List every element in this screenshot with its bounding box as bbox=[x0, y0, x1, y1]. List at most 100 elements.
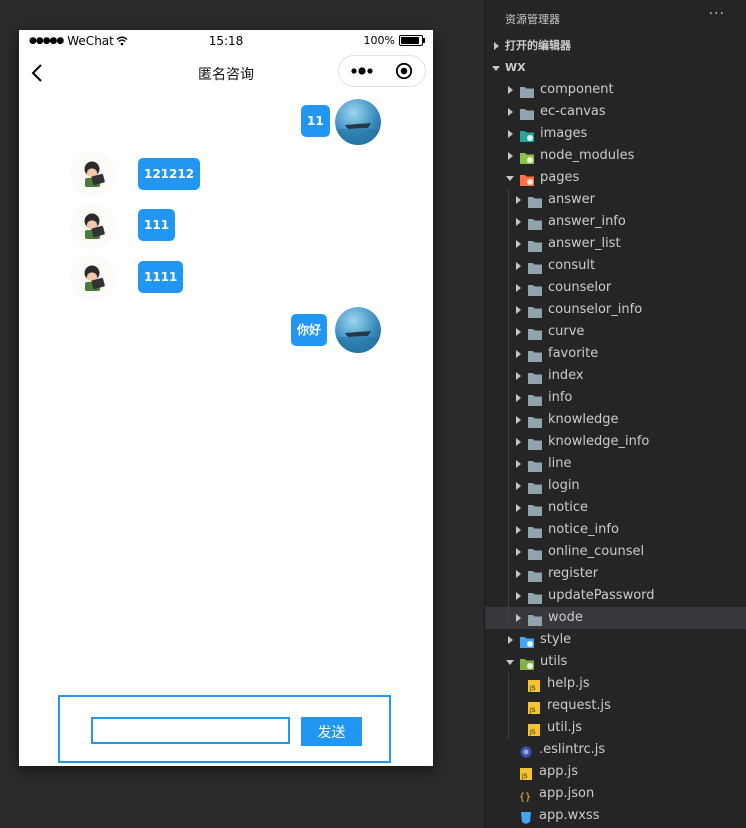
tree-folder-answer[interactable]: answer bbox=[485, 189, 746, 211]
tree-file-app.wxss[interactable]: app.wxss bbox=[485, 805, 746, 827]
js-file-icon: JS bbox=[527, 678, 541, 692]
close-target-icon[interactable] bbox=[395, 62, 413, 80]
more-actions-icon[interactable]: ··· bbox=[709, 6, 725, 22]
chevron-right-icon[interactable] bbox=[505, 629, 515, 651]
tree-item-label: node_modules bbox=[540, 148, 635, 163]
chevron-right-icon[interactable] bbox=[505, 145, 515, 167]
message-input[interactable] bbox=[91, 717, 290, 744]
tree-item-label: register bbox=[548, 566, 599, 581]
more-dots-icon[interactable] bbox=[349, 63, 379, 79]
tree-folder-notice_info[interactable]: notice_info bbox=[485, 519, 746, 541]
tree-file-help.js[interactable]: JS help.js bbox=[485, 673, 746, 695]
tree-folder-images[interactable]: images bbox=[485, 123, 746, 145]
chevron-right-icon[interactable] bbox=[513, 475, 523, 497]
js-file-icon: JS bbox=[527, 722, 541, 736]
tree-folder-updatepassword[interactable]: updatePassword bbox=[485, 585, 746, 607]
chevron-right-icon[interactable] bbox=[491, 35, 501, 57]
chevron-right-icon[interactable] bbox=[513, 343, 523, 365]
tree-item-label: knowledge_info bbox=[548, 434, 650, 449]
tree-section-section-0[interactable]: 打开的编辑器 bbox=[485, 35, 746, 57]
chevron-right-icon[interactable] bbox=[513, 211, 523, 233]
chevron-right-icon[interactable] bbox=[513, 299, 523, 321]
tree-folder-ec-canvas[interactable]: ec-canvas bbox=[485, 101, 746, 123]
chevron-down-icon[interactable] bbox=[491, 57, 501, 79]
chevron-right-icon[interactable] bbox=[513, 431, 523, 453]
tree-folder-index[interactable]: index bbox=[485, 365, 746, 387]
tree-folder-notice[interactable]: notice bbox=[485, 497, 746, 519]
tree-file-app.json[interactable]: {} app.json bbox=[485, 783, 746, 805]
tree-folder-login[interactable]: login bbox=[485, 475, 746, 497]
js-file-icon: JS bbox=[519, 766, 533, 780]
tree-folder-pages[interactable]: pages bbox=[485, 167, 746, 189]
tree-folder-knowledge[interactable]: knowledge bbox=[485, 409, 746, 431]
chevron-right-icon[interactable] bbox=[505, 79, 515, 101]
tree-folder-register[interactable]: register bbox=[485, 563, 746, 585]
chevron-right-icon[interactable] bbox=[513, 365, 523, 387]
tree-section-wx[interactable]: WX bbox=[485, 57, 746, 79]
tree-folder-answer_list[interactable]: answer_list bbox=[485, 233, 746, 255]
chevron-right-icon[interactable] bbox=[513, 541, 523, 563]
tree-folder-info[interactable]: info bbox=[485, 387, 746, 409]
tree-folder-counselor[interactable]: counselor bbox=[485, 277, 746, 299]
tree-folder-utils[interactable]: utils bbox=[485, 651, 746, 673]
svg-text:JS: JS bbox=[529, 685, 536, 692]
images-folder-icon bbox=[520, 128, 534, 142]
tree-folder-style[interactable]: style bbox=[485, 629, 746, 651]
tree-item-label: pages bbox=[540, 170, 580, 185]
tree-folder-component[interactable]: component bbox=[485, 79, 746, 101]
chevron-right-icon[interactable] bbox=[513, 497, 523, 519]
chevron-right-icon[interactable] bbox=[513, 563, 523, 585]
tree-item-label: help.js bbox=[547, 676, 590, 691]
chevron-right-icon[interactable] bbox=[513, 409, 523, 431]
battery-fill bbox=[401, 37, 419, 44]
tree-folder-curve[interactable]: curve bbox=[485, 321, 746, 343]
send-button[interactable]: 发送 bbox=[301, 717, 362, 746]
chevron-right-icon[interactable] bbox=[513, 607, 523, 629]
folder-icon bbox=[528, 370, 542, 384]
tree-item-label: notice bbox=[548, 500, 589, 515]
folder-icon bbox=[528, 568, 542, 582]
battery-cap bbox=[423, 38, 425, 43]
tree-file-app.js[interactable]: JS app.js bbox=[485, 761, 746, 783]
tree-item-label: counselor_info bbox=[548, 302, 643, 317]
explorer-panel: 资源管理器 ··· 打开的编辑器 WX component ec-canvas imag… bbox=[484, 0, 746, 828]
chevron-right-icon[interactable] bbox=[505, 101, 515, 123]
tree-folder-line[interactable]: line bbox=[485, 453, 746, 475]
chevron-right-icon[interactable] bbox=[505, 123, 515, 145]
chevron-right-icon[interactable] bbox=[513, 233, 523, 255]
chevron-right-icon[interactable] bbox=[513, 189, 523, 211]
folder-icon bbox=[528, 348, 542, 362]
tree-folder-consult[interactable]: consult bbox=[485, 255, 746, 277]
tree-file-util.js[interactable]: JS util.js bbox=[485, 717, 746, 739]
chevron-right-icon[interactable] bbox=[513, 255, 523, 277]
tree-folder-knowledge_info[interactable]: knowledge_info bbox=[485, 431, 746, 453]
style-folder-icon bbox=[520, 634, 534, 648]
tree-folder-favorite[interactable]: favorite bbox=[485, 343, 746, 365]
chevron-down-icon[interactable] bbox=[505, 651, 515, 673]
chevron-right-icon[interactable] bbox=[513, 277, 523, 299]
folder-icon bbox=[528, 436, 542, 450]
chevron-right-icon[interactable] bbox=[513, 321, 523, 343]
tree-item-label: app.js bbox=[539, 764, 578, 779]
miniprogram-capsule bbox=[338, 55, 426, 87]
chevron-right-icon[interactable] bbox=[513, 519, 523, 541]
chevron-right-icon[interactable] bbox=[513, 453, 523, 475]
js-file-icon: JS bbox=[527, 700, 541, 714]
tree-item-label: knowledge bbox=[548, 412, 619, 427]
tree-item-label: answer_list bbox=[548, 236, 621, 251]
tree-file-request.js[interactable]: JS request.js bbox=[485, 695, 746, 717]
tree-folder-node_modules[interactable]: node_modules bbox=[485, 145, 746, 167]
chevron-right-icon[interactable] bbox=[513, 585, 523, 607]
utils-folder-icon bbox=[520, 656, 534, 670]
folder-icon bbox=[528, 392, 542, 406]
tree-folder-online_counsel[interactable]: online_counsel bbox=[485, 541, 746, 563]
chevron-down-icon[interactable] bbox=[505, 167, 515, 189]
tree-file-.eslintrc.js[interactable]: .eslintrc.js bbox=[485, 739, 746, 761]
tree-folder-counselor_info[interactable]: counselor_info bbox=[485, 299, 746, 321]
folder-icon bbox=[528, 216, 542, 230]
explorer-title: 资源管理器 bbox=[505, 13, 560, 26]
tree-folder-answer_info[interactable]: answer_info bbox=[485, 211, 746, 233]
tree-folder-wode[interactable]: wode bbox=[485, 607, 746, 629]
chevron-right-icon[interactable] bbox=[513, 387, 523, 409]
tree-item-label: updatePassword bbox=[548, 588, 655, 603]
